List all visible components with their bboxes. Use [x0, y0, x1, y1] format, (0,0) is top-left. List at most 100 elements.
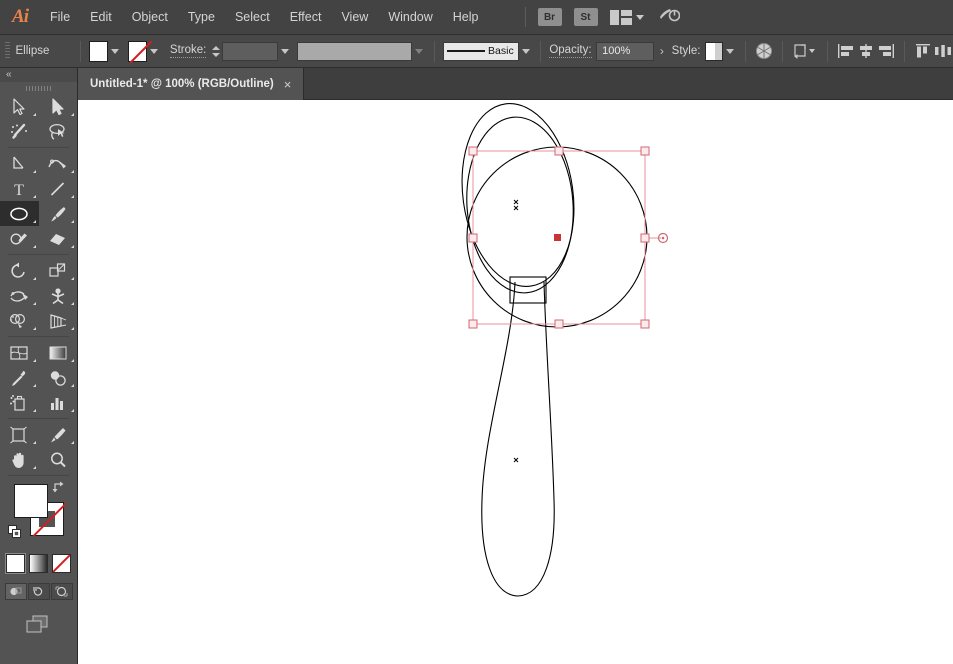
- draw-inside-button[interactable]: [50, 583, 73, 600]
- align-top-button[interactable]: [913, 40, 933, 62]
- tool-free-transform[interactable]: [39, 283, 78, 308]
- color-mode-buttons: [0, 553, 77, 574]
- tool-pen[interactable]: [0, 151, 39, 176]
- graphic-style-swatch[interactable]: [705, 41, 724, 61]
- menu-item-edit[interactable]: Edit: [80, 0, 122, 35]
- stroke-weight-stepper[interactable]: [210, 41, 222, 62]
- tool-perspective-grid[interactable]: [39, 308, 78, 333]
- align-left-button[interactable]: [836, 40, 856, 62]
- draw-normal-button[interactable]: [4, 583, 27, 600]
- direct-selection-tool-icon: [52, 97, 64, 115]
- close-icon[interactable]: ×: [284, 78, 292, 91]
- handle-neck-rect[interactable]: [509, 276, 547, 304]
- opacity-input[interactable]: 100%: [596, 41, 654, 61]
- stroke-swatch[interactable]: [127, 40, 148, 62]
- tool-type[interactable]: T: [0, 176, 39, 201]
- lasso-tool-icon: [49, 123, 65, 140]
- line-segment-tool-icon: [51, 181, 65, 196]
- hand-tool-icon: [12, 452, 24, 468]
- menu-item-type[interactable]: Type: [178, 0, 225, 35]
- draw-behind-button[interactable]: [27, 583, 50, 600]
- document-tab[interactable]: Untitled-1* @ 100% (RGB/Outline) ×: [78, 68, 305, 100]
- shaper-tool-icon: [10, 233, 27, 244]
- stroke-profile-select[interactable]: [297, 41, 413, 61]
- tool-column-graph[interactable]: [39, 390, 78, 415]
- tool-paintbrush[interactable]: [39, 201, 78, 226]
- tool-lasso[interactable]: [39, 119, 78, 144]
- stroke-profile-dropdown-arrow[interactable]: [412, 41, 426, 62]
- control-bar: Ellipse Stroke: Basic Opacity: 100% › St: [0, 35, 953, 68]
- app-logo-icon[interactable]: Ai: [0, 0, 40, 35]
- color-button[interactable]: [5, 553, 26, 574]
- tool-corner-marker: [32, 195, 36, 198]
- tool-mesh[interactable]: [0, 340, 39, 365]
- selection-center-point[interactable]: [554, 234, 561, 241]
- tool-width[interactable]: [0, 283, 39, 308]
- none-slash-icon: [53, 555, 70, 572]
- align-center-button[interactable]: [856, 40, 876, 62]
- tool-ellipse[interactable]: [0, 201, 39, 226]
- fill-dropdown-arrow[interactable]: [108, 41, 122, 62]
- tool-slice[interactable]: [39, 422, 78, 447]
- document-tab-title: Untitled-1* @ 100% (RGB/Outline): [90, 78, 274, 90]
- stroke-weight-input[interactable]: [221, 41, 278, 61]
- menu-item-help[interactable]: Help: [443, 0, 489, 35]
- tool-scale[interactable]: [39, 258, 78, 283]
- tool-selection[interactable]: [0, 94, 39, 119]
- gradient-button[interactable]: [29, 554, 48, 573]
- align-right-button[interactable]: [876, 40, 896, 62]
- align-center-icon: [859, 44, 872, 58]
- tool-shape-builder[interactable]: [0, 308, 39, 333]
- tool-line-segment[interactable]: [39, 176, 78, 201]
- tool-symbol-sprayer[interactable]: [0, 390, 39, 415]
- tool-zoom[interactable]: [39, 447, 78, 472]
- brush-definition-select[interactable]: Basic: [443, 41, 519, 61]
- tool-shaper[interactable]: [0, 226, 39, 251]
- collapse-panel-icon[interactable]: «: [6, 70, 11, 80]
- style-dropdown-arrow[interactable]: [723, 41, 737, 62]
- default-fill-stroke-button[interactable]: [8, 525, 22, 544]
- tool-eyedropper[interactable]: [0, 365, 39, 390]
- tools-panel-grip[interactable]: [0, 82, 77, 94]
- recolor-artwork-button[interactable]: [754, 40, 774, 62]
- workspace-switcher-button[interactable]: [609, 9, 644, 25]
- column-graph-tool-icon: [50, 397, 63, 410]
- bridge-button[interactable]: Br: [537, 8, 562, 26]
- tool-corner-marker: [32, 384, 36, 387]
- menu-item-file[interactable]: File: [40, 0, 80, 35]
- menu-item-window[interactable]: Window: [378, 0, 442, 35]
- ellipse-inner[interactable]: [461, 114, 579, 297]
- control-bar-grip[interactable]: [5, 42, 11, 60]
- menu-item-select[interactable]: Select: [225, 0, 280, 35]
- spoon-handle[interactable]: [481, 281, 555, 597]
- tool-direct-selection[interactable]: [39, 94, 78, 119]
- search-adobe-button[interactable]: [658, 6, 680, 29]
- artboard-canvas[interactable]: [78, 100, 953, 664]
- tool-curvature[interactable]: [39, 151, 78, 176]
- anchor-marker-3: [513, 457, 519, 463]
- stroke-weight-dropdown-arrow[interactable]: [278, 41, 292, 62]
- transform-button[interactable]: [791, 40, 818, 62]
- tool-rotate[interactable]: [0, 258, 39, 283]
- stock-button[interactable]: St: [573, 8, 598, 26]
- swap-arrow-icon: [52, 481, 64, 493]
- tool-artboard[interactable]: [0, 422, 39, 447]
- fill-swatch[interactable]: [89, 40, 109, 62]
- tool-blend[interactable]: [39, 365, 78, 390]
- tool-eraser[interactable]: [39, 226, 78, 251]
- fill-color-swatch[interactable]: [14, 484, 48, 518]
- zoom-tool-icon: [50, 452, 66, 467]
- none-button[interactable]: [52, 554, 71, 573]
- tool-corner-marker: [32, 277, 36, 280]
- swap-fill-stroke-button[interactable]: [51, 480, 67, 500]
- opacity-expand-button[interactable]: ›: [654, 44, 670, 58]
- change-screen-mode-button[interactable]: [24, 614, 54, 641]
- tool-hand[interactable]: [0, 447, 39, 472]
- distribute-button[interactable]: [933, 40, 953, 62]
- tool-magic-wand[interactable]: [0, 119, 39, 144]
- brush-dropdown-arrow[interactable]: [519, 41, 533, 62]
- menu-item-view[interactable]: View: [331, 0, 378, 35]
- menu-item-effect[interactable]: Effect: [280, 0, 332, 35]
- menu-item-object[interactable]: Object: [122, 0, 178, 35]
- tool-gradient[interactable]: [39, 340, 78, 365]
